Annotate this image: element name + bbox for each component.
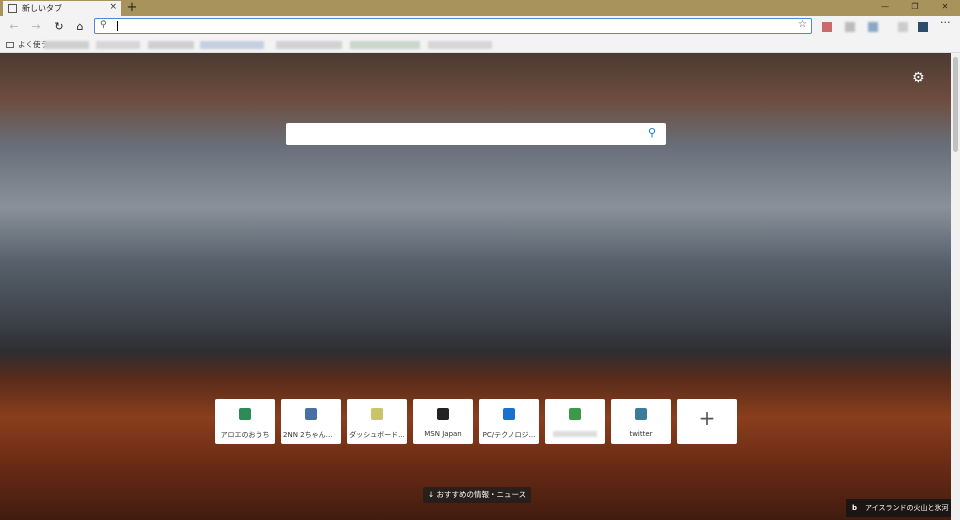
- news-feed-button[interactable]: ↓ おすすめの情報・ニュース: [423, 487, 531, 503]
- top-site-tile[interactable]: MSN Japan: [413, 399, 473, 444]
- extension-icon[interactable]: [845, 22, 855, 32]
- search-icon[interactable]: ⚲: [648, 126, 656, 139]
- tile-label: アロエのおうち: [220, 431, 270, 439]
- tile-label: twitter: [629, 430, 653, 438]
- top-site-tile[interactable]: アロエのおうち: [215, 399, 275, 444]
- top-site-tile[interactable]: 2NN 2ちゃんね...: [281, 399, 341, 444]
- site-icon: [371, 408, 383, 420]
- page-icon: [8, 4, 17, 13]
- favorite-item[interactable]: [200, 41, 264, 49]
- top-site-tile[interactable]: PC/テクノロジ...: [479, 399, 539, 444]
- site-icon: [437, 408, 449, 420]
- search-icon: ⚲: [100, 20, 107, 30]
- site-icon: [569, 408, 581, 420]
- close-window-button[interactable]: ✕: [930, 0, 960, 16]
- home-button[interactable]: ⌂: [72, 19, 88, 35]
- extension-icon[interactable]: [822, 22, 832, 32]
- image-credit[interactable]: b アイスランドの火山と氷河: [846, 499, 951, 517]
- tab-label: 新しいタブ: [22, 4, 62, 13]
- favorite-item[interactable]: [350, 41, 420, 49]
- image-credit-label: アイスランドの火山と氷河: [865, 504, 949, 512]
- site-icon: [239, 408, 251, 420]
- site-icon: [503, 408, 515, 420]
- favorite-item[interactable]: [148, 41, 194, 49]
- minimize-button[interactable]: —: [870, 0, 900, 16]
- folder-icon: [6, 41, 14, 48]
- refresh-button[interactable]: ↻: [51, 19, 67, 35]
- title-bar: 新しいタブ × + — ❐ ✕: [0, 0, 960, 16]
- back-button[interactable]: ←: [6, 19, 22, 35]
- web-search-box[interactable]: ⚲: [286, 123, 666, 145]
- site-icon: [305, 408, 317, 420]
- tile-label: 2NN 2ちゃんね...: [283, 431, 339, 439]
- forward-button[interactable]: →: [28, 19, 44, 35]
- favorite-item[interactable]: [428, 41, 492, 49]
- top-site-tile[interactable]: [545, 399, 605, 444]
- favorites-bar: よく使う: [0, 38, 960, 53]
- gear-icon[interactable]: ⚙: [912, 70, 925, 86]
- bing-logo-icon: b: [852, 504, 858, 512]
- profile-avatar[interactable]: [918, 22, 928, 32]
- top-site-tile[interactable]: twitter: [611, 399, 671, 444]
- scrollbar-thumb[interactable]: [953, 57, 958, 152]
- favorites-folder[interactable]: よく使う: [6, 39, 48, 50]
- favorite-item[interactable]: [44, 41, 89, 49]
- tile-label: PC/テクノロジ...: [482, 431, 536, 439]
- tile-label: MSN Japan: [424, 430, 462, 438]
- favorite-item[interactable]: [276, 41, 342, 49]
- tab-close-icon[interactable]: ×: [109, 2, 117, 12]
- tile-label: ダッシュボード...: [349, 431, 405, 439]
- favorite-star-icon[interactable]: ☆: [798, 19, 807, 30]
- extension-icon[interactable]: [898, 22, 908, 32]
- add-site-tile[interactable]: +: [677, 399, 737, 444]
- new-tab-page: ⚙ ⚲ アロエのおうち 2NN 2ちゃんね... ダッシュボード... MSN …: [0, 53, 951, 520]
- address-bar[interactable]: ⚲ ☆: [94, 18, 812, 34]
- tile-label: [553, 431, 597, 437]
- maximize-button[interactable]: ❐: [900, 0, 930, 16]
- new-tab-button[interactable]: +: [125, 0, 139, 16]
- site-icon: [635, 408, 647, 420]
- top-site-tile[interactable]: ダッシュボード...: [347, 399, 407, 444]
- navigation-bar: ← → ↻ ⌂ ⚲ ☆: [0, 16, 960, 38]
- text-caret: [117, 21, 118, 31]
- tab-new-tab[interactable]: 新しいタブ ×: [3, 1, 121, 16]
- favorite-item[interactable]: [96, 41, 140, 49]
- add-icon: +: [698, 406, 716, 430]
- extension-icon[interactable]: [868, 22, 878, 32]
- scrollbar[interactable]: [951, 53, 960, 520]
- more-menu-icon[interactable]: ···: [940, 16, 951, 29]
